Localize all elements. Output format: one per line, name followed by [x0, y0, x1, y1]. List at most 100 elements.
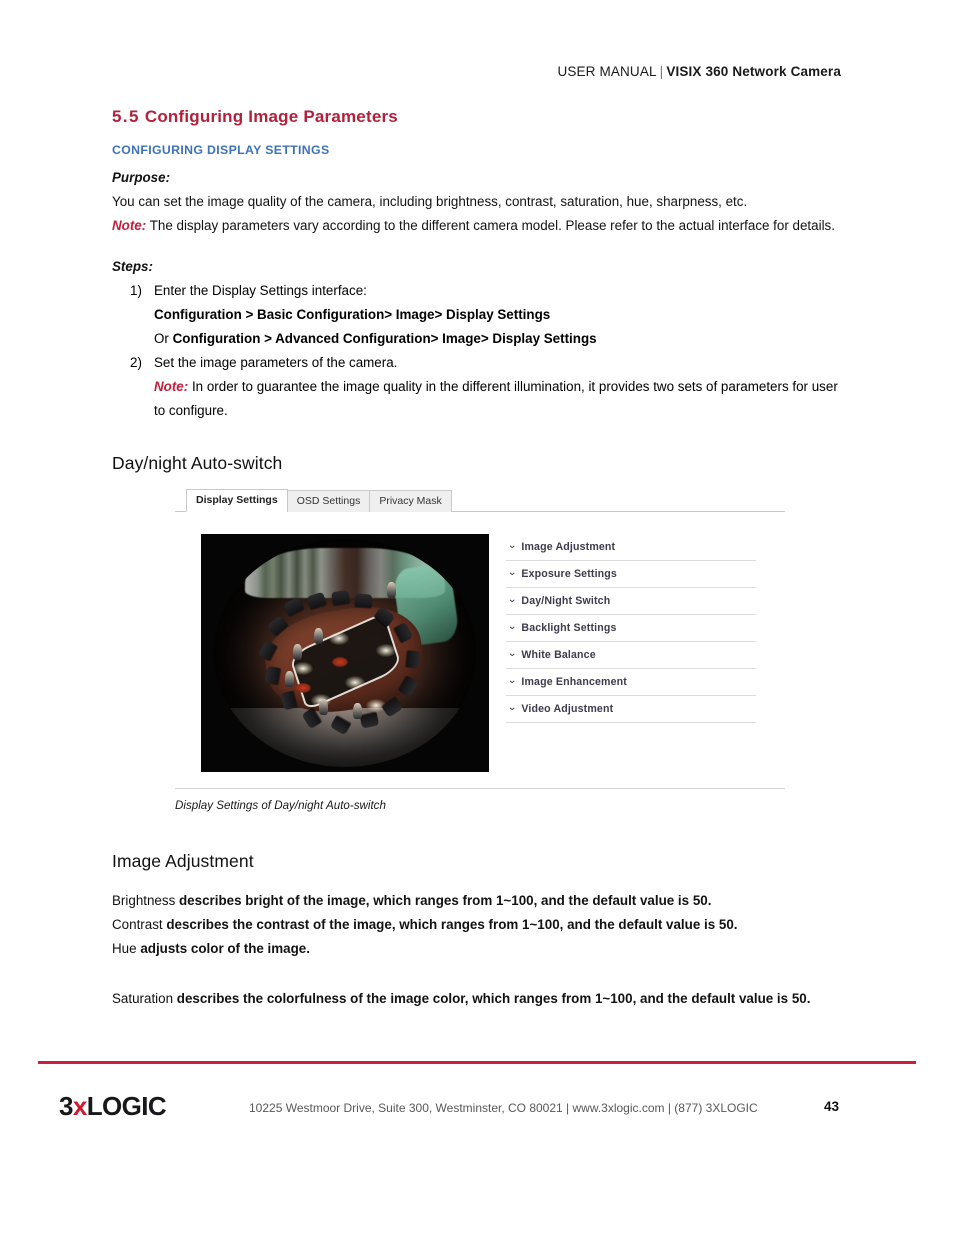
list-item: 2) Set the image parameters of the camer…	[112, 351, 842, 423]
step-text: Enter the Display Settings interface:	[154, 283, 367, 299]
param-saturation: Saturation describes the colorfulness of…	[112, 987, 842, 1011]
accordion-item-exposure-settings[interactable]: ⌄ Exposure Settings	[506, 561, 756, 588]
ceiling-light-glow	[292, 662, 313, 676]
section-number: 5.5	[112, 107, 140, 126]
person	[313, 627, 323, 644]
accordion-item-backlight-settings[interactable]: ⌄ Backlight Settings	[506, 615, 756, 642]
section-subtitle: CONFIGURING DISPLAY SETTINGS	[112, 143, 330, 158]
step-number: 2)	[130, 354, 142, 370]
chair	[331, 590, 350, 606]
steps-label-line: Steps:	[112, 255, 842, 279]
param-hue: Hue adjusts color of the image.	[112, 937, 842, 961]
figure-caption: Display Settings of Day/night Auto-switc…	[175, 798, 386, 812]
settings-accordion: ⌄ Image Adjustment ⌄ Exposure Settings ⌄…	[506, 534, 756, 723]
accordion-item-day-night-switch[interactable]: ⌄ Day/Night Switch	[506, 588, 756, 615]
running-header: USER MANUAL | VISIX 360 Network Camera	[557, 64, 841, 79]
person	[292, 643, 302, 660]
document-page: USER MANUAL | VISIX 360 Network Camera 5.5…	[0, 0, 954, 1235]
accordion-item-label: Video Adjustment	[521, 702, 614, 715]
person	[318, 698, 328, 715]
page-content: 5.5 Configuring Image Parameters CONFIGUR…	[112, 106, 842, 1011]
param-description: adjusts color of the image.	[140, 940, 310, 956]
accordion-item-label: Backlight Settings	[521, 621, 617, 634]
logo-x: x	[72, 1091, 87, 1121]
ceiling-light-glow	[345, 675, 365, 689]
person	[352, 703, 362, 720]
accordion-item-image-adjustment[interactable]: ⌄ Image Adjustment	[506, 534, 756, 561]
page-title: 5.5 Configuring Image Parameters	[112, 106, 842, 128]
brand-logo: 3xLOGIC	[59, 1091, 167, 1122]
chevron-down-icon: ⌄	[507, 674, 518, 686]
tab-privacy-mask[interactable]: Privacy Mask	[369, 490, 452, 512]
accordion-item-video-adjustment[interactable]: ⌄ Video Adjustment	[506, 696, 756, 723]
table-centerpiece	[331, 657, 348, 668]
chevron-down-icon: ⌄	[507, 593, 518, 605]
param-term: Hue	[112, 940, 137, 956]
param-term: Contrast	[112, 916, 163, 932]
figure-heading-daynight: Day/night Auto-switch	[112, 452, 283, 473]
step-path-advanced: Or Configuration > Advanced Configuratio…	[112, 327, 842, 351]
accordion-item-label: Image Enhancement	[521, 675, 627, 688]
step-text: Set the image parameters of the camera.	[154, 354, 398, 370]
note-text: In order to guarantee the image quality …	[154, 378, 838, 418]
live-view-preview[interactable]	[201, 533, 489, 772]
step-path-advanced-text: Configuration > Advanced Configuration> …	[172, 331, 597, 346]
param-contrast: Contrast describes the contrast of the i…	[112, 913, 842, 937]
param-description: describes the colorfulness of the image …	[176, 990, 811, 1006]
figure-heading-image-adjustment: Image Adjustment	[112, 850, 254, 871]
chair	[406, 650, 422, 669]
accordion-item-label: Exposure Settings	[521, 567, 617, 580]
param-brightness: Brightness describes bright of the image…	[112, 889, 842, 913]
note-label: Note:	[112, 218, 147, 234]
accordion-item-label: Day/Night Switch	[521, 594, 611, 607]
room-floor	[229, 707, 461, 767]
logo-part-2: LOGIC	[86, 1091, 167, 1121]
fisheye-image	[214, 538, 476, 767]
param-term: Saturation	[112, 990, 174, 1006]
note-label: Note:	[154, 378, 189, 394]
chevron-down-icon: ⌄	[507, 701, 518, 713]
param-description: describes the contrast of the image, whi…	[166, 916, 738, 932]
running-header-separator: |	[659, 64, 664, 79]
step-note: Note: In order to guarantee the image qu…	[112, 375, 842, 423]
purpose-label: Purpose:	[112, 170, 171, 186]
logo-part-1: 3	[59, 1091, 73, 1121]
steps-label: Steps:	[112, 259, 153, 275]
running-header-left: USER MANUAL	[557, 64, 657, 79]
person	[386, 582, 396, 599]
accordion-item-label: White Balance	[521, 648, 596, 661]
accordion-item-label: Image Adjustment	[521, 540, 616, 553]
embedded-screenshot: Display Settings OSD Settings Privacy Ma…	[175, 489, 785, 789]
step-path-basic: Configuration > Basic Configuration> Ima…	[112, 303, 842, 327]
param-description: describes bright of the image, which ran…	[179, 892, 712, 908]
accordion-item-image-enhancement[interactable]: ⌄ Image Enhancement	[506, 669, 756, 696]
tab-display-settings[interactable]: Display Settings	[186, 489, 288, 512]
table-centerpiece	[295, 682, 312, 693]
screenshot-bottom-divider	[175, 787, 785, 789]
chevron-down-icon: ⌄	[507, 566, 518, 578]
footer-address: 10225 Westmoor Drive, Suite 300, Westmin…	[249, 1101, 758, 1115]
accordion-item-white-balance[interactable]: ⌄ White Balance	[506, 642, 756, 669]
section-title-text: Configuring Image Parameters	[144, 107, 398, 126]
running-header-right: VISIX 360 Network Camera	[666, 64, 841, 79]
step-path-advanced-prefix: Or	[154, 331, 173, 346]
chevron-down-icon: ⌄	[507, 620, 518, 632]
param-term: Brightness	[112, 892, 176, 908]
purpose-note: Note: The display parameters vary accord…	[112, 214, 842, 238]
chair	[355, 593, 373, 608]
chevron-down-icon: ⌄	[507, 539, 518, 551]
list-item: 1) Enter the Display Settings interface:…	[112, 279, 842, 351]
purpose-text: You can set the image quality of the cam…	[112, 194, 748, 210]
tab-osd-settings[interactable]: OSD Settings	[286, 490, 371, 512]
purpose-label-line: Purpose:	[112, 166, 842, 190]
page-number: 43	[824, 1099, 840, 1114]
person	[284, 671, 294, 688]
chevron-down-icon: ⌄	[507, 647, 518, 659]
steps-list: 1) Enter the Display Settings interface:…	[112, 279, 842, 423]
page-footer: 3xLOGIC 10225 Westmoor Drive, Suite 300,…	[0, 1090, 954, 1136]
chair	[282, 597, 304, 617]
footer-divider	[38, 1061, 916, 1064]
chair	[264, 665, 281, 685]
settings-tabbar: Display Settings OSD Settings Privacy Ma…	[175, 489, 785, 512]
step-path-basic-text: Configuration > Basic Configuration> Ima…	[154, 307, 551, 323]
